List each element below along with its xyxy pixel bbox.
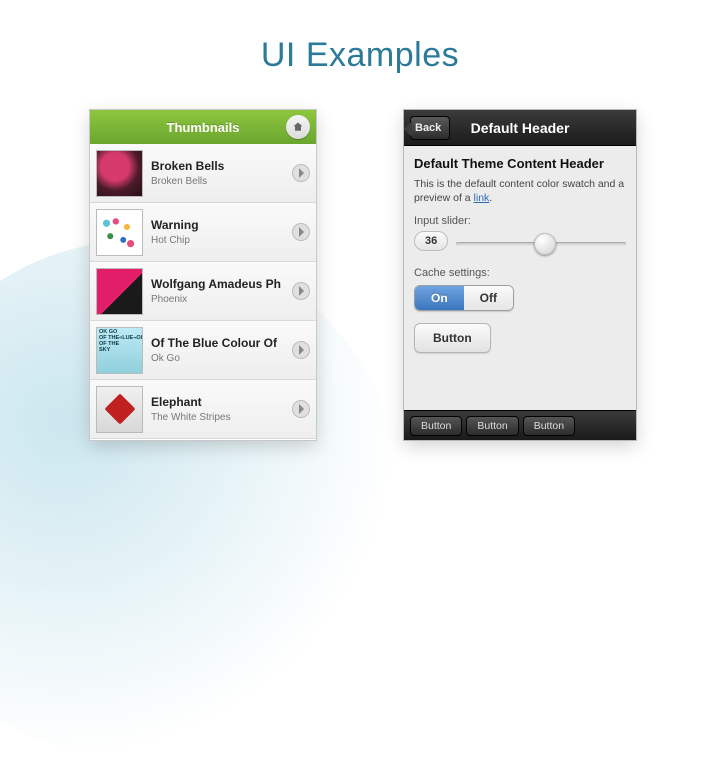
chevron-right-icon bbox=[292, 223, 310, 241]
back-button-label: Back bbox=[415, 122, 441, 134]
home-icon bbox=[292, 121, 304, 133]
cache-settings-label: Cache settings: bbox=[414, 267, 626, 279]
list-item-subtitle: Broken Bells bbox=[151, 176, 292, 187]
content-body: Default Theme Content Header This is the… bbox=[404, 146, 636, 361]
list-item-title: Of The Blue Colour Of bbox=[151, 336, 292, 350]
chevron-right-icon bbox=[292, 400, 310, 418]
footer-button[interactable]: Button bbox=[410, 416, 462, 436]
list-item[interactable]: Wolfgang Amadeus Ph Phoenix bbox=[90, 262, 316, 321]
list-item-title: Broken Bells bbox=[151, 159, 292, 173]
slide-title: UI Examples bbox=[0, 36, 720, 75]
desc-text-prefix: This is the default content color swatch… bbox=[414, 178, 624, 204]
list-item-title: Wolfgang Amadeus Ph bbox=[151, 277, 292, 291]
thumbnails-list: Broken Bells Broken Bells Warning Hot Ch… bbox=[90, 144, 316, 439]
album-art bbox=[96, 386, 143, 433]
content-description: This is the default content color swatch… bbox=[414, 177, 626, 205]
chevron-right-icon bbox=[292, 341, 310, 359]
chevron-right-icon bbox=[292, 164, 310, 182]
album-art bbox=[96, 268, 143, 315]
list-item[interactable]: Broken Bells Broken Bells bbox=[90, 144, 316, 203]
footer-button[interactable]: Button bbox=[466, 416, 518, 436]
album-art bbox=[96, 209, 143, 256]
segment-on[interactable]: On bbox=[415, 286, 464, 310]
list-item[interactable]: Warning Hot Chip bbox=[90, 203, 316, 262]
content-header: Default Theme Content Header bbox=[414, 156, 626, 171]
default-header: Back Default Header bbox=[404, 110, 636, 146]
footer-button[interactable]: Button bbox=[523, 416, 575, 436]
preview-link[interactable]: link bbox=[474, 192, 490, 204]
input-slider[interactable] bbox=[456, 235, 626, 253]
slider-label: Input slider: bbox=[414, 215, 626, 227]
album-art bbox=[96, 150, 143, 197]
list-item[interactable]: Elephant The White Stripes bbox=[90, 380, 316, 439]
example-thumbnails-panel: Thumbnails Broken Bells Broken Bells War… bbox=[90, 110, 316, 440]
footer-bar: Button Button Button bbox=[404, 410, 636, 440]
generic-button[interactable]: Button bbox=[414, 323, 491, 353]
list-item-subtitle: Hot Chip bbox=[151, 235, 292, 246]
thumbnails-header-title: Thumbnails bbox=[167, 120, 240, 135]
thumbnails-header: Thumbnails bbox=[90, 110, 316, 144]
desc-text-suffix: . bbox=[489, 192, 492, 204]
slider-knob[interactable] bbox=[534, 233, 556, 255]
list-item-title: Elephant bbox=[151, 395, 292, 409]
back-button[interactable]: Back bbox=[410, 116, 450, 140]
list-item-subtitle: Phoenix bbox=[151, 294, 292, 305]
segment-off[interactable]: Off bbox=[464, 286, 513, 310]
default-header-title: Default Header bbox=[471, 120, 570, 136]
album-art bbox=[96, 327, 143, 374]
list-item-subtitle: Ok Go bbox=[151, 353, 292, 364]
example-default-theme-panel: Back Default Header Default Theme Conten… bbox=[404, 110, 636, 440]
chevron-right-icon bbox=[292, 282, 310, 300]
home-button[interactable] bbox=[286, 115, 310, 139]
cache-segmented-control[interactable]: On Off bbox=[414, 285, 514, 311]
slider-value: 36 bbox=[414, 231, 448, 251]
list-item-subtitle: The White Stripes bbox=[151, 412, 292, 423]
list-item-title: Warning bbox=[151, 218, 292, 232]
list-item[interactable]: Of The Blue Colour Of Ok Go bbox=[90, 321, 316, 380]
